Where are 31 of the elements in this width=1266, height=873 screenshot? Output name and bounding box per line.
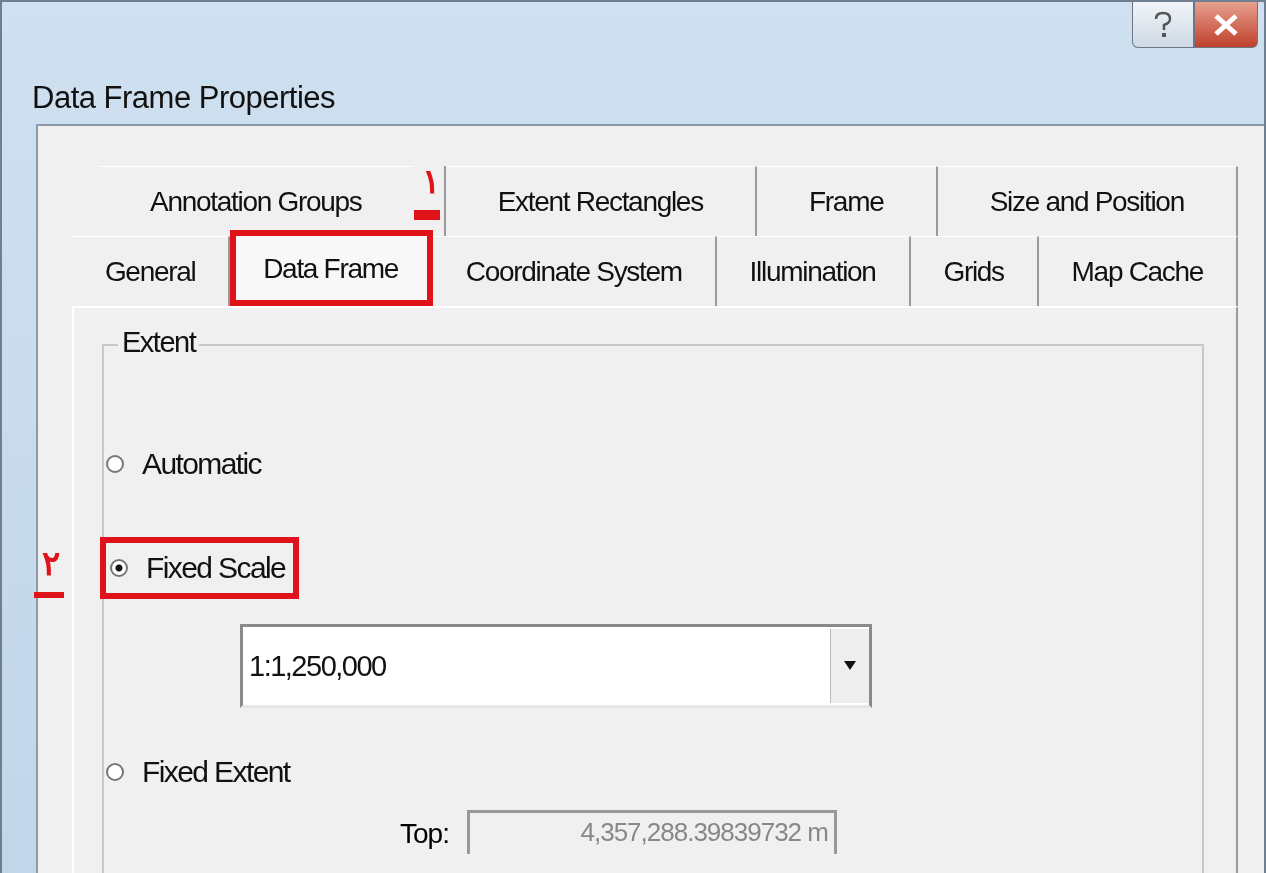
radio-label: Fixed Extent bbox=[142, 755, 290, 789]
scale-dropdown[interactable]: 1:1,250,000 bbox=[240, 624, 872, 708]
radio-label: Automatic bbox=[142, 447, 261, 481]
callout-number: ٢ bbox=[42, 546, 60, 580]
callout-number: ١ bbox=[421, 164, 440, 198]
tab[interactable]: Map Cache bbox=[1038, 236, 1238, 306]
tab[interactable]: Data Frame bbox=[230, 230, 433, 306]
field-label: Top: bbox=[400, 818, 449, 850]
tab[interactable]: Grids bbox=[910, 236, 1039, 306]
close-button[interactable] bbox=[1194, 2, 1258, 48]
tab[interactable]: Illumination bbox=[716, 236, 911, 306]
callout-mark bbox=[413, 210, 440, 220]
tab[interactable]: Frame bbox=[756, 166, 938, 236]
callout-mark bbox=[34, 592, 64, 598]
radio-option[interactable]: Automatic bbox=[100, 437, 271, 491]
caret-icon bbox=[844, 661, 856, 671]
tab[interactable]: Size and Position bbox=[937, 166, 1238, 236]
radio-button[interactable] bbox=[110, 559, 128, 577]
help-icon bbox=[1152, 9, 1174, 40]
tab[interactable]: Coordinate System bbox=[432, 236, 717, 306]
radio-label: Fixed Scale bbox=[146, 551, 286, 585]
radio-option[interactable]: Fixed Extent bbox=[100, 745, 300, 799]
radio-button[interactable] bbox=[106, 455, 124, 473]
help-button[interactable] bbox=[1132, 2, 1194, 48]
radio-option[interactable]: Fixed Scale bbox=[100, 537, 300, 599]
dropdown-value: 1:1,250,000 bbox=[248, 649, 386, 683]
radio-button[interactable] bbox=[106, 763, 124, 781]
close-icon bbox=[1213, 12, 1239, 37]
window-title: Data Frame Properties bbox=[32, 80, 336, 116]
tab[interactable]: Extent Rectangles bbox=[445, 166, 757, 236]
tab[interactable]: General bbox=[72, 236, 231, 306]
